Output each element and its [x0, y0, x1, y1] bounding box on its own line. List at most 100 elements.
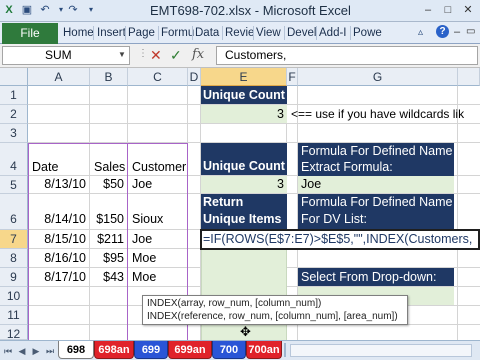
- minimize-icon[interactable]: –: [420, 2, 436, 18]
- ribbon-tabs: File Home Insert Page Formu Data Revie V…: [0, 22, 480, 44]
- cell-f2-note[interactable]: <== use if you have wildcards lik: [287, 105, 480, 123]
- tab-home[interactable]: Home: [60, 24, 94, 43]
- tab-review[interactable]: Revie: [222, 24, 254, 43]
- tab-view[interactable]: View: [253, 24, 283, 43]
- row-header-2[interactable]: 2: [0, 105, 28, 124]
- table-column-border: [127, 143, 128, 340]
- tab-formulas[interactable]: Formu: [158, 24, 194, 43]
- insert-function-icon[interactable]: fx: [192, 47, 204, 63]
- tab-developer[interactable]: Devel: [284, 24, 316, 43]
- name-box[interactable]: SUM: [2, 46, 130, 65]
- prev-sheet-icon[interactable]: ◀: [16, 344, 28, 358]
- sheet-tab-bar: ⏮ ◀ ▶ ⏭ 698 698an 699 699an 700 700an: [0, 340, 480, 360]
- cell-date[interactable]: 8/17/10: [28, 268, 89, 286]
- cell-g9-header[interactable]: Select From Drop-down:: [298, 268, 454, 286]
- cell-customer[interactable]: Moe: [130, 249, 186, 267]
- redo-icon[interactable]: ↷: [66, 3, 80, 17]
- cell-date[interactable]: 8/16/10: [28, 249, 89, 267]
- column-header-g[interactable]: G: [298, 68, 458, 86]
- next-sheet-icon[interactable]: ▶: [30, 344, 42, 358]
- tab-add-ins[interactable]: Add-I: [316, 24, 350, 43]
- row-header-1[interactable]: 1: [0, 86, 28, 105]
- sheet-tab-699[interactable]: 699: [134, 341, 168, 359]
- sheet-tab-698an[interactable]: 698an: [94, 341, 134, 359]
- doc-minimize-icon[interactable]: –: [454, 26, 460, 38]
- cell-e6-header[interactable]: Return Unique Items: [201, 194, 287, 229]
- cell-date[interactable]: 8/13/10: [28, 176, 89, 193]
- cell-g5[interactable]: Joe: [298, 176, 454, 193]
- header-sales[interactable]: Sales: [92, 159, 126, 175]
- maximize-icon[interactable]: □: [440, 2, 456, 18]
- formula-bar-grip-icon[interactable]: ⋮: [138, 48, 148, 59]
- column-header-b[interactable]: B: [90, 68, 128, 86]
- header-customer[interactable]: Customer: [130, 159, 186, 175]
- name-box-dropdown-icon[interactable]: ▼: [118, 50, 126, 59]
- column-header-a[interactable]: A: [28, 68, 90, 86]
- cell-sales[interactable]: $150: [90, 210, 127, 229]
- row-header-8[interactable]: 8: [0, 249, 28, 268]
- tab-powerpivot[interactable]: Powe: [350, 24, 382, 43]
- row-header-4[interactable]: 4: [0, 143, 28, 176]
- cancel-icon[interactable]: ✕: [150, 47, 162, 63]
- row-header-6[interactable]: 6: [0, 194, 28, 230]
- row-header-9[interactable]: 9: [0, 268, 28, 287]
- tooltip-signature-2[interactable]: INDEX(reference, row_num, [column_num], …: [147, 310, 403, 323]
- gridline: [28, 123, 480, 124]
- excel-app-icon[interactable]: X: [2, 3, 16, 17]
- cell-g4-header[interactable]: Formula For Defined Name Extract Formula…: [298, 143, 454, 176]
- help-icon[interactable]: ?: [436, 25, 449, 38]
- active-cell-e7-editor[interactable]: =IF(ROWS(E$7:E7)>$E$5,"",INDEX(Customers…: [200, 229, 480, 250]
- row-header-12[interactable]: 12: [0, 325, 28, 340]
- cell-date[interactable]: 8/15/10: [28, 230, 89, 248]
- column-header-h[interactable]: [458, 68, 480, 86]
- select-all-button[interactable]: [0, 68, 28, 86]
- undo-icon[interactable]: ↶: [38, 3, 52, 17]
- qat-customize-icon[interactable]: ▾: [84, 3, 98, 17]
- row-header-10[interactable]: 10: [0, 287, 28, 306]
- header-date[interactable]: Date: [30, 159, 88, 175]
- close-icon[interactable]: ✕: [460, 2, 476, 18]
- tab-insert[interactable]: Insert: [94, 24, 126, 43]
- title-bar: X ▣ ↶ ▾ ↷ ▾ EMT698-702.xlsx - Microsoft …: [0, 0, 480, 22]
- column-header-c[interactable]: C: [128, 68, 188, 86]
- sheet-tab-699an[interactable]: 699an: [168, 341, 212, 359]
- tooltip-signature-1[interactable]: INDEX(array, row_num, [column_num]): [147, 297, 403, 310]
- cell-sales[interactable]: $43: [90, 268, 127, 286]
- cell-date[interactable]: 8/14/10: [28, 210, 89, 229]
- function-tooltip: INDEX(array, row_num, [column_num]) INDE…: [142, 295, 408, 325]
- column-header-f[interactable]: F: [287, 68, 298, 86]
- cell-customer[interactable]: Moe: [130, 268, 186, 286]
- cell-e4-header[interactable]: Unique Count: [201, 143, 287, 175]
- column-header-d[interactable]: D: [188, 68, 201, 86]
- cell-e1-header[interactable]: Unique Count: [201, 86, 287, 104]
- last-sheet-icon[interactable]: ⏭: [44, 344, 56, 358]
- minimize-ribbon-icon[interactable]: ▵: [418, 27, 423, 38]
- cell-e5[interactable]: 3: [201, 176, 287, 193]
- cell-customer[interactable]: Joe: [130, 176, 186, 193]
- enter-icon[interactable]: ✓: [170, 47, 182, 63]
- cell-sales[interactable]: $95: [90, 249, 127, 267]
- cell-customer[interactable]: Sioux: [130, 210, 186, 229]
- tab-split-handle[interactable]: [284, 343, 286, 357]
- row-header-3[interactable]: 3: [0, 124, 28, 143]
- row-header-11[interactable]: 11: [0, 306, 28, 325]
- doc-restore-icon[interactable]: ▭: [466, 26, 475, 37]
- formula-input[interactable]: Customers,: [216, 46, 478, 65]
- cell-customer[interactable]: Joe: [130, 230, 186, 248]
- first-sheet-icon[interactable]: ⏮: [2, 344, 14, 358]
- sheet-tab-700an[interactable]: 700an: [246, 341, 282, 359]
- sheet-tab-700[interactable]: 700: [212, 341, 246, 359]
- tab-page-layout[interactable]: Page: [125, 24, 157, 43]
- row-header-7[interactable]: 7: [0, 230, 28, 249]
- cell-g6-header[interactable]: Formula For Defined Name For DV List:: [298, 194, 454, 229]
- row-header-5[interactable]: 5: [0, 176, 28, 194]
- tab-file[interactable]: File: [2, 23, 58, 44]
- cell-sales[interactable]: $50: [90, 176, 127, 193]
- save-icon[interactable]: ▣: [20, 3, 34, 17]
- cell-e2[interactable]: 3: [201, 105, 287, 123]
- cell-sales[interactable]: $211: [90, 230, 127, 248]
- sheet-tab-698[interactable]: 698: [58, 341, 94, 359]
- tab-data[interactable]: Data: [192, 24, 222, 43]
- column-header-e[interactable]: E: [201, 68, 287, 86]
- horizontal-scrollbar[interactable]: [290, 344, 472, 357]
